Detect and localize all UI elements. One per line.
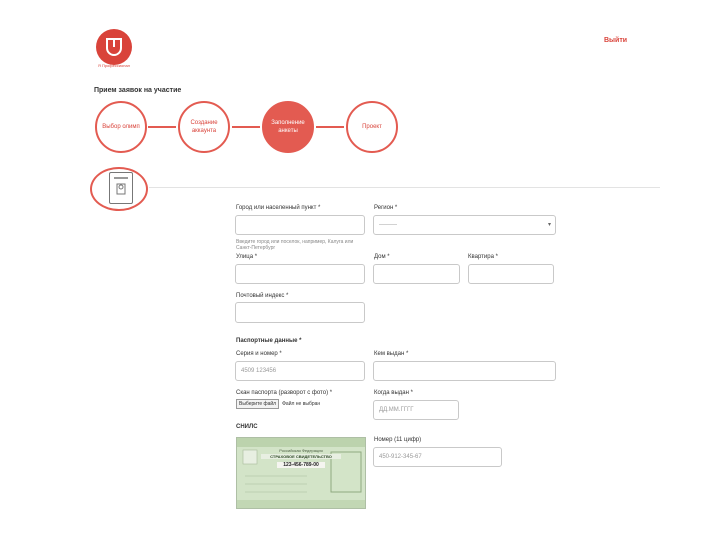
city-label: Город или населенный пункт *: [236, 205, 321, 211]
postal-input[interactable]: [235, 302, 365, 323]
postal-label: Почтовый индекс *: [236, 293, 289, 299]
region-label: Регион *: [374, 205, 398, 211]
city-input[interactable]: [235, 215, 365, 235]
street-label: Улица *: [236, 254, 258, 260]
snils-number-label: Номер (11 цифр): [374, 437, 422, 443]
street-input[interactable]: [235, 264, 365, 284]
apartment-input[interactable]: [468, 264, 554, 284]
snils-number-placeholder: 450-912-345-67: [379, 454, 422, 460]
issue-date-placeholder: ДД.ММ.ГГГГ: [379, 407, 414, 413]
step-select-olympiad[interactable]: Выбор олимп: [95, 101, 147, 153]
step-label: Создание аккаунта: [190, 120, 218, 134]
logo-caption: Я Профессионал: [97, 63, 131, 68]
series-input[interactable]: 4509 123456: [235, 361, 365, 381]
step-connector: [148, 126, 176, 128]
passport-section-title: Паспортные данные *: [236, 338, 302, 344]
step-label: Заполнение анкеты: [271, 120, 305, 134]
logout-link[interactable]: Выйти: [604, 37, 627, 44]
passport-document-icon: [109, 172, 133, 204]
step-project[interactable]: Проект: [346, 101, 398, 153]
step-label: Проект: [362, 124, 382, 130]
page-title: Прием заявок на участие: [94, 87, 182, 94]
issue-date-label: Когда выдан *: [374, 390, 413, 396]
apartment-label: Квартира *: [468, 254, 498, 260]
step-fill-profile[interactable]: Заполнение анкеты: [262, 101, 314, 153]
brand-logo-icon[interactable]: [96, 29, 132, 65]
scan-file-picker[interactable]: Выберите файл Файл не выбран: [236, 399, 320, 409]
snils-card-line1: Российская Федерация: [279, 448, 323, 453]
step-connector: [316, 126, 344, 128]
region-select-value: ———: [379, 222, 397, 228]
snils-card-image: Российская Федерация СТРАХОВОЕ СВИДЕТЕЛЬ…: [236, 437, 366, 509]
snils-section-title: СНИЛС: [236, 424, 258, 430]
step-connector: [232, 126, 260, 128]
city-hint: Введите город или поселок, например, Кал…: [236, 239, 354, 251]
snils-card-number: 123-456-789-00: [277, 462, 325, 468]
section-divider: [149, 187, 660, 188]
series-label: Серия и номер *: [236, 351, 282, 357]
issue-date-input[interactable]: ДД.ММ.ГГГГ: [373, 400, 459, 420]
house-label: Дом *: [374, 254, 390, 260]
issued-by-label: Кем выдан *: [374, 351, 409, 357]
issued-by-input[interactable]: [373, 361, 556, 381]
snils-number-input[interactable]: 450-912-345-67: [373, 447, 502, 467]
region-select[interactable]: ———: [373, 215, 556, 235]
scan-label: Скан паспорта (разворот с фото) *: [236, 390, 333, 396]
choose-file-button[interactable]: Выберите файл: [236, 399, 280, 409]
step-label: Выбор олимп: [102, 124, 140, 130]
house-input[interactable]: [373, 264, 460, 284]
file-status: Файл не выбран: [282, 401, 321, 407]
series-placeholder: 4509 123456: [241, 368, 277, 374]
step-create-account[interactable]: Создание аккаунта: [178, 101, 230, 153]
snils-card-line2: СТРАХОВОЕ СВИДЕТЕЛЬСТВО: [261, 454, 341, 459]
